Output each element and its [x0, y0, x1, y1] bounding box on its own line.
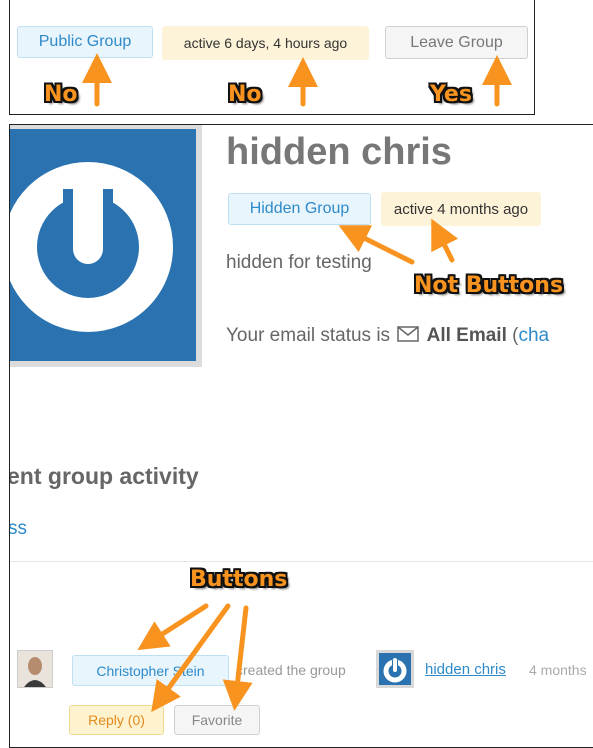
annotation-no-1: No	[44, 82, 78, 107]
hidden-group-badge: Hidden Group	[228, 193, 371, 225]
group-avatar-frame	[10, 125, 202, 367]
annotation-not-buttons: Not Buttons	[414, 273, 564, 298]
rss-link[interactable]: ss	[10, 518, 27, 540]
user-photo-icon	[18, 651, 52, 687]
group-description: hidden for testing	[226, 252, 372, 273]
activity-time: 4 months	[529, 662, 587, 678]
annotation-buttons: Buttons	[190, 567, 288, 592]
favorite-button[interactable]: Favorite	[174, 705, 260, 735]
group-thumb[interactable]	[376, 650, 414, 688]
top-screenshot-panel: Public Group active 6 days, 4 hours ago …	[9, 0, 535, 115]
annotation-yes: Yes	[430, 82, 472, 107]
power-logo-small-icon	[379, 653, 411, 685]
user-avatar[interactable]	[17, 650, 53, 688]
user-name-link[interactable]: Christopher Stein	[72, 655, 229, 686]
activity-group-link[interactable]: hidden chris	[425, 661, 506, 678]
public-group-badge: Public Group	[17, 26, 153, 58]
power-logo-icon	[10, 162, 173, 332]
email-change-link[interactable]: cha	[518, 325, 549, 346]
group-avatar	[10, 129, 196, 361]
email-status-prefix: Your email status is	[226, 325, 391, 346]
annotation-no-2: No	[228, 82, 262, 107]
email-status-line: Your email status is All Email (cha	[226, 325, 550, 346]
active-time-badge: active 6 days, 4 hours ago	[162, 26, 369, 60]
leave-group-button[interactable]: Leave Group	[385, 26, 528, 59]
reply-button[interactable]: Reply (0)	[69, 705, 164, 735]
activity-heading: ent group activity	[9, 463, 199, 489]
active-time-badge-main: active 4 months ago	[381, 192, 541, 226]
email-status-value: All Email	[426, 325, 507, 346]
main-screenshot-panel: hidden chris Hidden Group active 4 month…	[9, 124, 593, 748]
envelope-icon	[397, 326, 420, 342]
activity-action-text: created the group	[236, 662, 346, 678]
divider	[10, 561, 593, 562]
group-title: hidden chris	[226, 131, 452, 173]
